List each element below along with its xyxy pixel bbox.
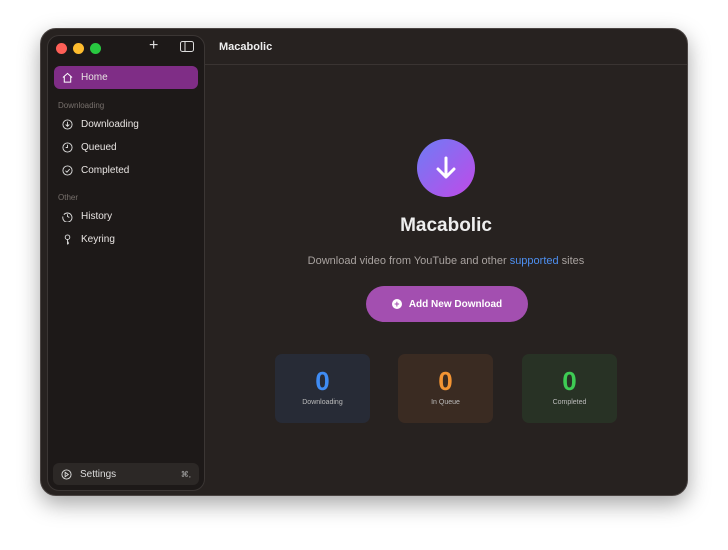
sidebar: + Home Downloading Downloading Queued Co…: [47, 35, 205, 491]
checkmark-circle-icon: [62, 165, 73, 176]
app-name: Macabolic: [400, 215, 492, 236]
download-arrow-icon: [436, 156, 456, 179]
supported-sites-link[interactable]: supported: [510, 255, 559, 267]
download-circle-icon: [62, 119, 73, 130]
window-controls: [56, 43, 101, 54]
stat-card-completed: 0 Completed: [522, 354, 617, 423]
stat-label: Completed: [552, 399, 587, 406]
key-icon: [64, 234, 71, 245]
settings-shortcut: ⌘,: [180, 469, 191, 479]
settings-button[interactable]: Settings ⌘,: [53, 463, 199, 485]
sidebar-item-keyring[interactable]: Keyring: [54, 228, 198, 251]
sidebar-item-history[interactable]: History: [54, 205, 198, 228]
sidebar-item-home[interactable]: Home: [54, 66, 198, 89]
subtitle-text: sites: [558, 255, 585, 267]
settings-label: Settings: [80, 468, 117, 480]
home-icon: [62, 72, 73, 83]
sidebar-item-label: History: [81, 211, 113, 222]
stat-value: 0: [562, 366, 577, 396]
app-logo: [417, 139, 475, 197]
add-new-download-button[interactable]: + Add New Download: [366, 286, 528, 322]
sidebar-item-queued[interactable]: Queued: [54, 136, 198, 159]
clock-icon: [62, 142, 73, 153]
stat-label: Downloading: [302, 399, 343, 406]
sidebar-item-completed[interactable]: Completed: [54, 159, 198, 182]
stat-card-downloading: 0 Downloading: [275, 354, 370, 423]
section-other: Other: [58, 193, 79, 202]
history-icon: [62, 212, 73, 222]
sidebar-item-label: Keyring: [81, 234, 115, 245]
plus-circle-icon: +: [391, 299, 402, 309]
zoom-button[interactable]: [90, 43, 101, 54]
sidebar-item-downloading[interactable]: Downloading: [54, 113, 198, 136]
sidebar-item-label: Queued: [81, 142, 117, 153]
gear-icon: [61, 468, 72, 480]
section-downloading: Downloading: [58, 101, 105, 110]
stat-card-in-queue: 0 In Queue: [398, 354, 493, 423]
stat-value: 0: [315, 366, 330, 396]
stat-value: 0: [438, 366, 453, 396]
subtitle: Download video from YouTube and other su…: [205, 255, 687, 267]
home-view: Macabolic Download video from YouTube an…: [205, 66, 687, 495]
sidebar-toggle-icon[interactable]: [180, 41, 194, 52]
sidebar-item-label: Home: [81, 72, 108, 83]
subtitle-text: Download video from YouTube and other: [307, 255, 510, 267]
minimize-button[interactable]: [73, 43, 84, 54]
stat-label: In Queue: [431, 399, 460, 406]
button-label: Add New Download: [408, 298, 503, 310]
close-button[interactable]: [56, 43, 67, 54]
sidebar-item-label: Completed: [81, 165, 130, 176]
app-window: + Home Downloading Downloading Queued Co…: [40, 28, 688, 496]
plus-icon[interactable]: +: [149, 37, 158, 55]
window-title: Macabolic: [205, 29, 687, 65]
sidebar-item-label: Downloading: [81, 119, 139, 130]
